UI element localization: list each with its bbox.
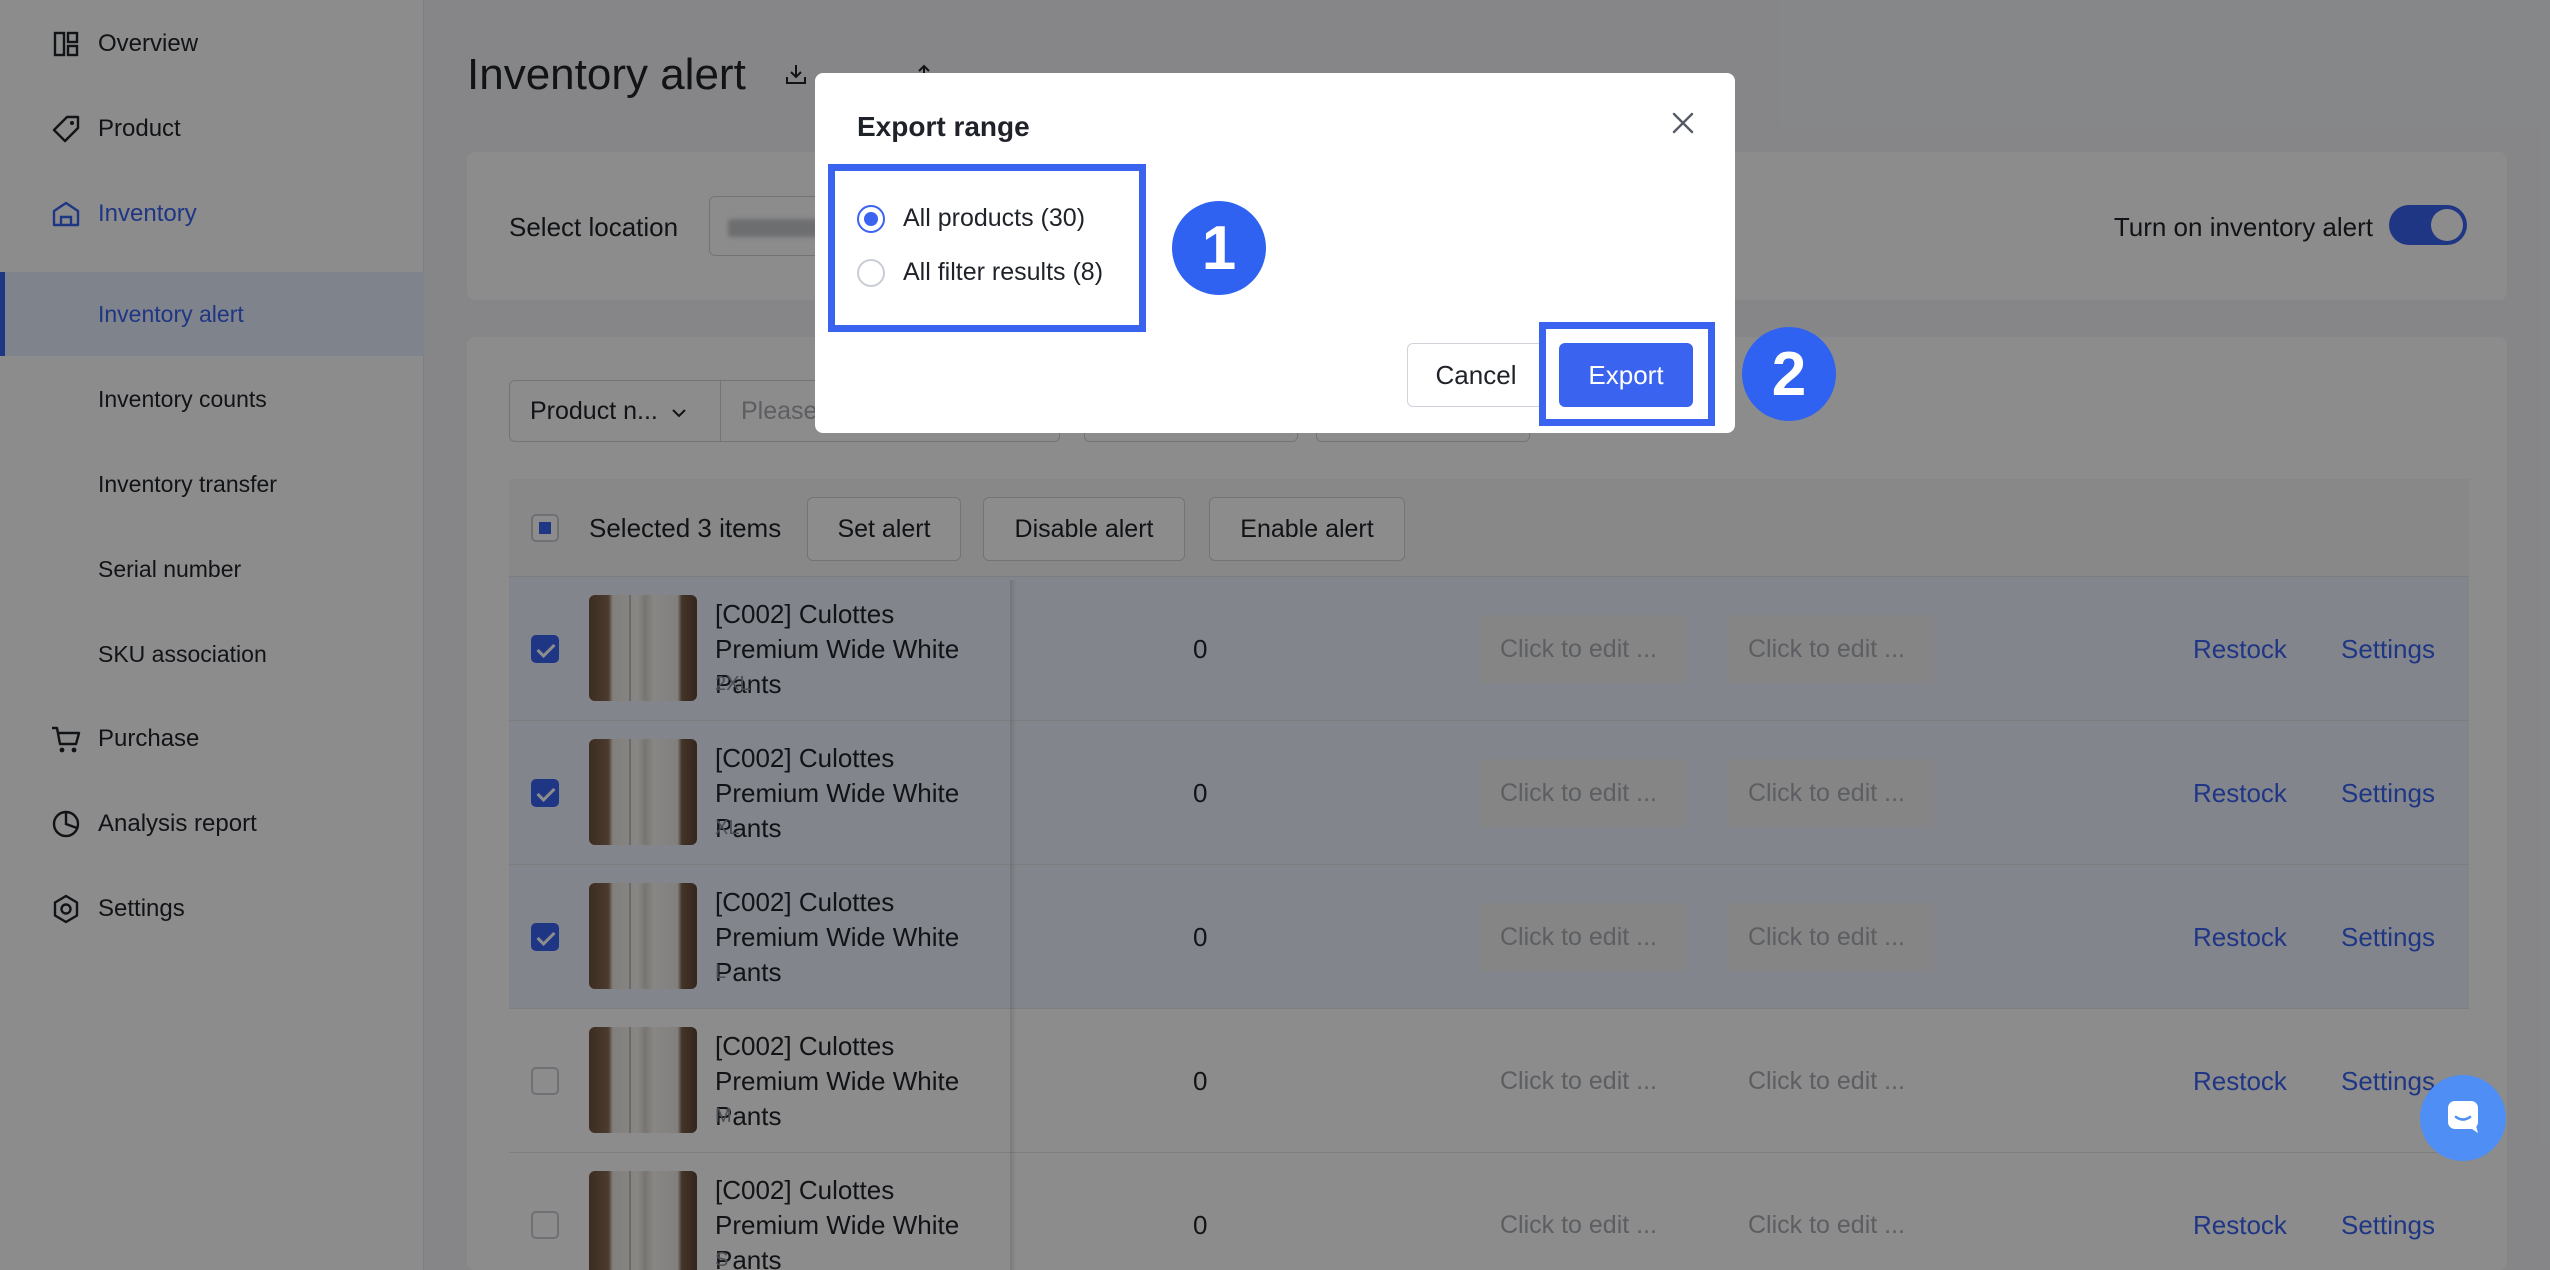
modal-title: Export range (857, 111, 1030, 142)
annotation-box-2 (1539, 322, 1715, 426)
chat-icon (2443, 1096, 2483, 1141)
annotation-box-1 (828, 164, 1146, 332)
close-icon[interactable] (1667, 107, 1699, 139)
annotation-number-2: 2 (1742, 327, 1836, 421)
chat-support-button[interactable] (2420, 1075, 2506, 1161)
cancel-button[interactable]: Cancel (1407, 343, 1545, 407)
annotation-number-1: 1 (1172, 201, 1266, 295)
